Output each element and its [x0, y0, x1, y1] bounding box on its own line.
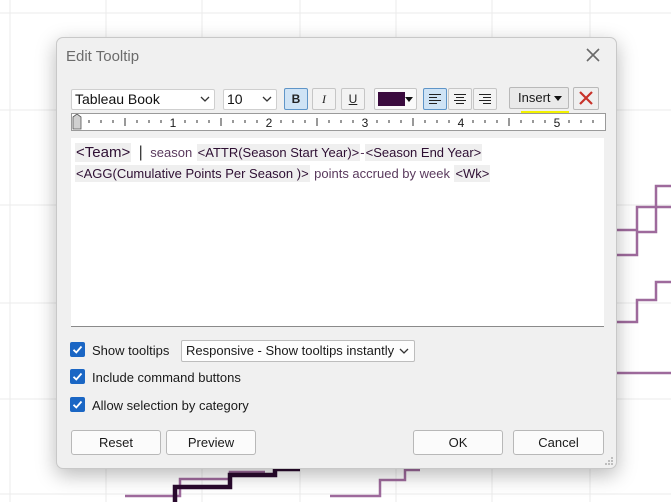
ruler-ticks: 1 2 3 4 5 [72, 114, 594, 130]
include-command-buttons-label: Include command buttons [92, 370, 241, 385]
bold-button[interactable]: B [284, 88, 308, 110]
cumulative-points-field: <AGG(Cumulative Points Per Season )> [75, 165, 310, 182]
preview-button[interactable]: Preview [166, 430, 256, 455]
season-start-year-field: <ATTR(Season Start Year)> [196, 144, 361, 161]
cancel-button[interactable]: Cancel [513, 430, 604, 455]
red-x-icon [579, 91, 593, 105]
insert-label: Insert [518, 90, 551, 105]
ruler[interactable]: 1 2 3 4 5 [71, 113, 606, 131]
ruler-label: 4 [458, 116, 465, 130]
checkmark-icon [72, 372, 83, 381]
tooltip-mode-select[interactable]: Responsive - Show tooltips instantly [181, 340, 415, 362]
dropdown-arrow-icon [405, 97, 413, 102]
edit-tooltip-dialog: Edit Tooltip Tableau Book 10 B I U Inser… [56, 37, 617, 469]
ruler-label: 1 [170, 116, 177, 130]
font-family-value: Tableau Book [75, 91, 160, 107]
underline-button[interactable]: U [341, 88, 365, 110]
ruler-label: 2 [266, 116, 273, 130]
show-tooltips-checkbox[interactable] [70, 342, 85, 357]
align-left-button[interactable] [423, 88, 447, 110]
checkmark-icon [72, 345, 83, 354]
clear-formatting-button[interactable] [573, 87, 599, 110]
tooltip-editor[interactable]: <Team> | season <ATTR(Season Start Year)… [71, 138, 604, 327]
editor-line-1: <Team> | season <ATTR(Season Start Year)… [75, 143, 483, 162]
font-size-value: 10 [227, 91, 243, 107]
align-center-button[interactable] [448, 88, 472, 110]
allow-selection-label: Allow selection by category [92, 398, 249, 413]
dropdown-arrow-icon [554, 96, 562, 101]
chevron-down-icon [262, 96, 272, 102]
close-icon[interactable] [582, 44, 604, 66]
indent-marker-icon[interactable] [72, 114, 82, 130]
include-command-buttons-checkbox[interactable] [70, 369, 85, 384]
font-size-select[interactable]: 10 [223, 89, 277, 110]
insert-button[interactable]: Insert [509, 87, 569, 109]
ruler-label: 5 [554, 116, 561, 130]
align-center-icon [454, 93, 466, 105]
chevron-down-icon [200, 96, 210, 102]
ruler-label: 3 [362, 116, 369, 130]
ok-button[interactable]: OK [413, 430, 503, 455]
reset-button[interactable]: Reset [71, 430, 161, 455]
dash-text: - [360, 145, 365, 160]
dialog-title: Edit Tooltip [66, 48, 140, 65]
tooltip-mode-value: Responsive - Show tooltips instantly [186, 343, 395, 358]
align-right-icon [479, 93, 491, 105]
font-family-select[interactable]: Tableau Book [71, 89, 215, 110]
italic-button[interactable]: I [312, 88, 336, 110]
checkmark-icon [72, 400, 83, 409]
resize-grip-icon[interactable] [604, 456, 614, 466]
separator-text: | [138, 144, 143, 161]
text-color-picker[interactable] [374, 88, 417, 110]
color-swatch [378, 92, 405, 106]
chevron-down-icon [399, 348, 409, 354]
show-tooltips-label: Show tooltips [92, 343, 170, 358]
editor-line-2: <AGG(Cumulative Points Per Season )> poi… [75, 165, 491, 183]
season-end-year-field: <Season End Year> [364, 144, 483, 161]
align-left-icon [429, 93, 441, 105]
season-text: season [150, 145, 193, 160]
team-field: <Team> [75, 143, 132, 162]
accrued-text: points accrued by week [314, 166, 450, 181]
week-field: <Wk> [454, 165, 491, 182]
allow-selection-checkbox[interactable] [70, 397, 85, 412]
align-right-button[interactable] [473, 88, 497, 110]
